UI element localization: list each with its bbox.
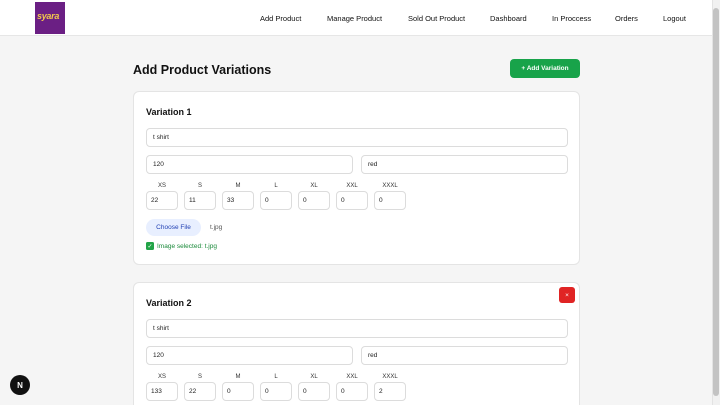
file-name: t.jpg (210, 224, 223, 231)
nav-manage-product[interactable]: Manage Product (327, 14, 382, 23)
choose-file-button[interactable]: Choose File (146, 219, 201, 236)
image-selected-status: ✓ Image selected: t.jpg (146, 242, 217, 250)
qty-input-m[interactable]: 0 (222, 382, 254, 401)
price-input[interactable]: 120 (146, 346, 353, 365)
qty-input-l[interactable]: 0 (260, 191, 292, 210)
qty-input-s[interactable]: 11 (184, 191, 216, 210)
size-label-s: S (197, 374, 202, 380)
variation-title: Variation 1 (146, 107, 192, 117)
nextjs-devtools-button[interactable]: N (10, 375, 30, 395)
variation-card: × Variation 2 t shirt 120 red XS S M L X… (133, 282, 580, 405)
add-variation-button[interactable]: + Add Variation (510, 59, 580, 78)
product-name-input[interactable]: t shirt (146, 128, 568, 147)
size-label-l: L (274, 183, 278, 189)
qty-input-l[interactable]: 0 (260, 382, 292, 401)
qty-input-xxl[interactable]: 0 (336, 191, 368, 210)
size-label-m: M (235, 374, 241, 380)
remove-variation-button[interactable]: × (559, 287, 575, 303)
variation-card: Variation 1 t shirt 120 red XS S M L XL … (133, 91, 580, 265)
image-selected-text: Image selected: t.jpg (157, 242, 217, 250)
qty-input-xs[interactable]: 133 (146, 382, 178, 401)
size-label-xxxl: XXXL (382, 183, 398, 189)
nav-add-product[interactable]: Add Product (260, 14, 301, 23)
nav-orders[interactable]: Orders (615, 14, 638, 23)
check-icon: ✓ (146, 242, 154, 250)
qty-input-xs[interactable]: 22 (146, 191, 178, 210)
size-label-s: S (197, 183, 202, 189)
page-title: Add Product Variations (133, 63, 272, 77)
color-input[interactable]: red (361, 346, 568, 365)
top-navbar: syara Add Product Manage Product Sold Ou… (0, 0, 712, 36)
variation-title: Variation 2 (146, 298, 192, 308)
size-label-xs: XS (157, 374, 166, 380)
size-label-m: M (235, 183, 241, 189)
brand-logo[interactable]: syara (35, 2, 65, 34)
nav-in-process[interactable]: In Proccess (552, 14, 591, 23)
qty-input-xl[interactable]: 0 (298, 191, 330, 210)
nav-sold-out-product[interactable]: Sold Out Product (408, 14, 465, 23)
brand-logo-text: syara (37, 11, 60, 21)
qty-input-xl[interactable]: 0 (298, 382, 330, 401)
nav-dashboard[interactable]: Dashboard (490, 14, 527, 23)
qty-input-xxxl[interactable]: 2 (374, 382, 406, 401)
size-label-xxl: XXL (346, 183, 358, 189)
qty-input-s[interactable]: 22 (184, 382, 216, 401)
qty-input-xxl[interactable]: 0 (336, 382, 368, 401)
size-label-xl: XL (310, 374, 318, 380)
price-input[interactable]: 120 (146, 155, 353, 174)
nav-logout[interactable]: Logout (663, 14, 686, 23)
scrollbar-thumb[interactable] (713, 8, 719, 396)
size-label-xs: XS (157, 183, 166, 189)
size-label-xxl: XXL (346, 374, 358, 380)
product-name-input[interactable]: t shirt (146, 319, 568, 338)
size-label-xl: XL (310, 183, 318, 189)
size-label-l: L (274, 374, 278, 380)
qty-input-xxxl[interactable]: 0 (374, 191, 406, 210)
size-label-xxxl: XXXL (382, 374, 398, 380)
qty-input-m[interactable]: 33 (222, 191, 254, 210)
color-input[interactable]: red (361, 155, 568, 174)
